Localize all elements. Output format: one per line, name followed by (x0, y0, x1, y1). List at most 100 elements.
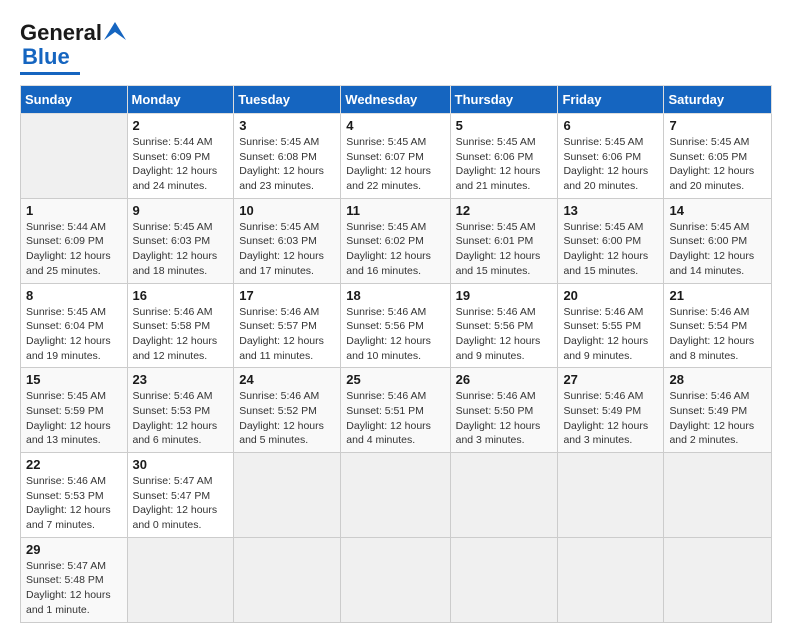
day-info: Sunrise: 5:45 AMSunset: 6:00 PMDaylight:… (563, 220, 658, 279)
weekday-header-row: Sunday Monday Tuesday Wednesday Thursday… (21, 86, 772, 114)
logo-bird-icon (104, 22, 126, 40)
calendar-week-row: 15 Sunrise: 5:45 AMSunset: 5:59 PMDayligh… (21, 368, 772, 453)
calendar-cell: 3 Sunrise: 5:45 AMSunset: 6:08 PMDaylight… (234, 114, 341, 199)
day-info: Sunrise: 5:45 AMSunset: 6:03 PMDaylight:… (133, 220, 229, 279)
header-thursday: Thursday (450, 86, 558, 114)
day-info: Sunrise: 5:45 AMSunset: 6:01 PMDaylight:… (456, 220, 553, 279)
header-tuesday: Tuesday (234, 86, 341, 114)
day-info: Sunrise: 5:46 AMSunset: 5:50 PMDaylight:… (456, 389, 553, 448)
calendar-cell: 5Sunrise: 5:45 AMSunset: 6:06 PMDaylight… (450, 114, 558, 199)
header-wednesday: Wednesday (341, 86, 450, 114)
day-info: Sunrise: 5:46 AMSunset: 5:49 PMDaylight:… (563, 389, 658, 448)
header-saturday: Saturday (664, 86, 772, 114)
day-number: 29 (26, 542, 122, 557)
day-number: 1 (26, 203, 122, 218)
calendar-cell: 15 Sunrise: 5:45 AMSunset: 5:59 PMDayligh… (21, 368, 128, 453)
calendar-table: Sunday Monday Tuesday Wednesday Thursday… (20, 85, 772, 623)
header-sunday: Sunday (21, 86, 128, 114)
day-number: 15 (26, 372, 122, 387)
calendar-cell: 19Sunrise: 5:46 AMSunset: 5:56 PMDayligh… (450, 283, 558, 368)
calendar-cell: 24 Sunrise: 5:46 AMSunset: 5:52 PMDayligh… (234, 368, 341, 453)
day-number: 27 (563, 372, 658, 387)
calendar-week-row: 2Sunrise: 5:44 AMSunset: 6:09 PMDaylight… (21, 114, 772, 199)
calendar-cell: 9 Sunrise: 5:45 AMSunset: 6:03 PMDaylight… (127, 198, 234, 283)
day-number: 20 (563, 288, 658, 303)
calendar-cell: 23Sunrise: 5:46 AMSunset: 5:53 PMDayligh… (127, 368, 234, 453)
calendar-cell: 11 Sunrise: 5:45 AMSunset: 6:02 PMDayligh… (341, 198, 450, 283)
day-info: Sunrise: 5:46 AMSunset: 5:52 PMDaylight:… (239, 389, 335, 448)
day-info: Sunrise: 5:46 AMSunset: 5:57 PMDaylight:… (239, 305, 335, 364)
calendar-week-row: 8Sunrise: 5:45 AMSunset: 6:04 PMDaylight… (21, 283, 772, 368)
day-info: Sunrise: 5:45 AMSunset: 6:07 PMDaylight:… (346, 135, 444, 194)
day-number: 12 (456, 203, 553, 218)
calendar-week-row: 29 Sunrise: 5:47 AMSunset: 5:48 PMDayligh… (21, 537, 772, 622)
calendar-cell (127, 537, 234, 622)
calendar-cell: 2Sunrise: 5:44 AMSunset: 6:09 PMDaylight… (127, 114, 234, 199)
calendar-cell: 30Sunrise: 5:47 AMSunset: 5:47 PMDayligh… (127, 453, 234, 538)
day-number: 18 (346, 288, 444, 303)
calendar-cell: 28 Sunrise: 5:46 AMSunset: 5:49 PMDayligh… (664, 368, 772, 453)
calendar-cell: 20Sunrise: 5:46 AMSunset: 5:55 PMDayligh… (558, 283, 664, 368)
calendar-cell: 4 Sunrise: 5:45 AMSunset: 6:07 PMDaylight… (341, 114, 450, 199)
calendar-cell: 26 Sunrise: 5:46 AMSunset: 5:50 PMDayligh… (450, 368, 558, 453)
logo: General Blue (20, 20, 126, 75)
day-number: 26 (456, 372, 553, 387)
day-info: Sunrise: 5:46 AMSunset: 5:49 PMDaylight:… (669, 389, 766, 448)
day-number: 7 (669, 118, 766, 133)
day-info: Sunrise: 5:45 AMSunset: 6:06 PMDaylight:… (456, 135, 553, 194)
day-info: Sunrise: 5:46 AMSunset: 5:56 PMDaylight:… (346, 305, 444, 364)
day-info: Sunrise: 5:46 AMSunset: 5:53 PMDaylight:… (26, 474, 122, 533)
calendar-week-row: 22 Sunrise: 5:46 AMSunset: 5:53 PMDayligh… (21, 453, 772, 538)
calendar-cell (234, 453, 341, 538)
day-number: 21 (669, 288, 766, 303)
day-number: 28 (669, 372, 766, 387)
day-info: Sunrise: 5:46 AMSunset: 5:56 PMDaylight:… (456, 305, 553, 364)
day-number: 22 (26, 457, 122, 472)
day-info: Sunrise: 5:47 AMSunset: 5:48 PMDaylight:… (26, 559, 122, 618)
day-number: 30 (133, 457, 229, 472)
calendar-cell: 17Sunrise: 5:46 AMSunset: 5:57 PMDayligh… (234, 283, 341, 368)
day-number: 25 (346, 372, 444, 387)
day-info: Sunrise: 5:45 AMSunset: 6:08 PMDaylight:… (239, 135, 335, 194)
day-info: Sunrise: 5:44 AMSunset: 6:09 PMDaylight:… (133, 135, 229, 194)
day-number: 3 (239, 118, 335, 133)
calendar-cell: 25 Sunrise: 5:46 AMSunset: 5:51 PMDayligh… (341, 368, 450, 453)
calendar-cell: 18 Sunrise: 5:46 AMSunset: 5:56 PMDayligh… (341, 283, 450, 368)
day-info: Sunrise: 5:45 AMSunset: 6:02 PMDaylight:… (346, 220, 444, 279)
day-number: 13 (563, 203, 658, 218)
day-number: 9 (133, 203, 229, 218)
calendar-cell: 13 Sunrise: 5:45 AMSunset: 6:00 PMDayligh… (558, 198, 664, 283)
day-number: 24 (239, 372, 335, 387)
calendar-cell: 10 Sunrise: 5:45 AMSunset: 6:03 PMDayligh… (234, 198, 341, 283)
calendar-cell (558, 453, 664, 538)
day-info: Sunrise: 5:45 AMSunset: 5:59 PMDaylight:… (26, 389, 122, 448)
header-monday: Monday (127, 86, 234, 114)
page-header: General Blue (20, 20, 772, 75)
day-number: 8 (26, 288, 122, 303)
calendar-cell: 29 Sunrise: 5:47 AMSunset: 5:48 PMDayligh… (21, 537, 128, 622)
logo-underline (20, 72, 80, 75)
calendar-cell (341, 453, 450, 538)
day-info: Sunrise: 5:46 AMSunset: 5:51 PMDaylight:… (346, 389, 444, 448)
day-info: Sunrise: 5:46 AMSunset: 5:54 PMDaylight:… (669, 305, 766, 364)
day-number: 16 (133, 288, 229, 303)
day-info: Sunrise: 5:45 AMSunset: 6:00 PMDaylight:… (669, 220, 766, 279)
calendar-cell (664, 537, 772, 622)
day-number: 4 (346, 118, 444, 133)
day-number: 14 (669, 203, 766, 218)
calendar-cell: 1 Sunrise: 5:44 AMSunset: 6:09 PMDaylight… (21, 198, 128, 283)
calendar-cell (234, 537, 341, 622)
calendar-cell: 8Sunrise: 5:45 AMSunset: 6:04 PMDaylight… (21, 283, 128, 368)
calendar-cell: 21 Sunrise: 5:46 AMSunset: 5:54 PMDayligh… (664, 283, 772, 368)
day-info: Sunrise: 5:45 AMSunset: 6:05 PMDaylight:… (669, 135, 766, 194)
day-info: Sunrise: 5:44 AMSunset: 6:09 PMDaylight:… (26, 220, 122, 279)
calendar-cell: 6Sunrise: 5:45 AMSunset: 6:06 PMDaylight… (558, 114, 664, 199)
day-number: 23 (133, 372, 229, 387)
header-friday: Friday (558, 86, 664, 114)
day-number: 11 (346, 203, 444, 218)
calendar-cell (450, 537, 558, 622)
calendar-cell: 7 Sunrise: 5:45 AMSunset: 6:05 PMDaylight… (664, 114, 772, 199)
day-number: 10 (239, 203, 335, 218)
calendar-cell: 22 Sunrise: 5:46 AMSunset: 5:53 PMDayligh… (21, 453, 128, 538)
day-info: Sunrise: 5:45 AMSunset: 6:03 PMDaylight:… (239, 220, 335, 279)
